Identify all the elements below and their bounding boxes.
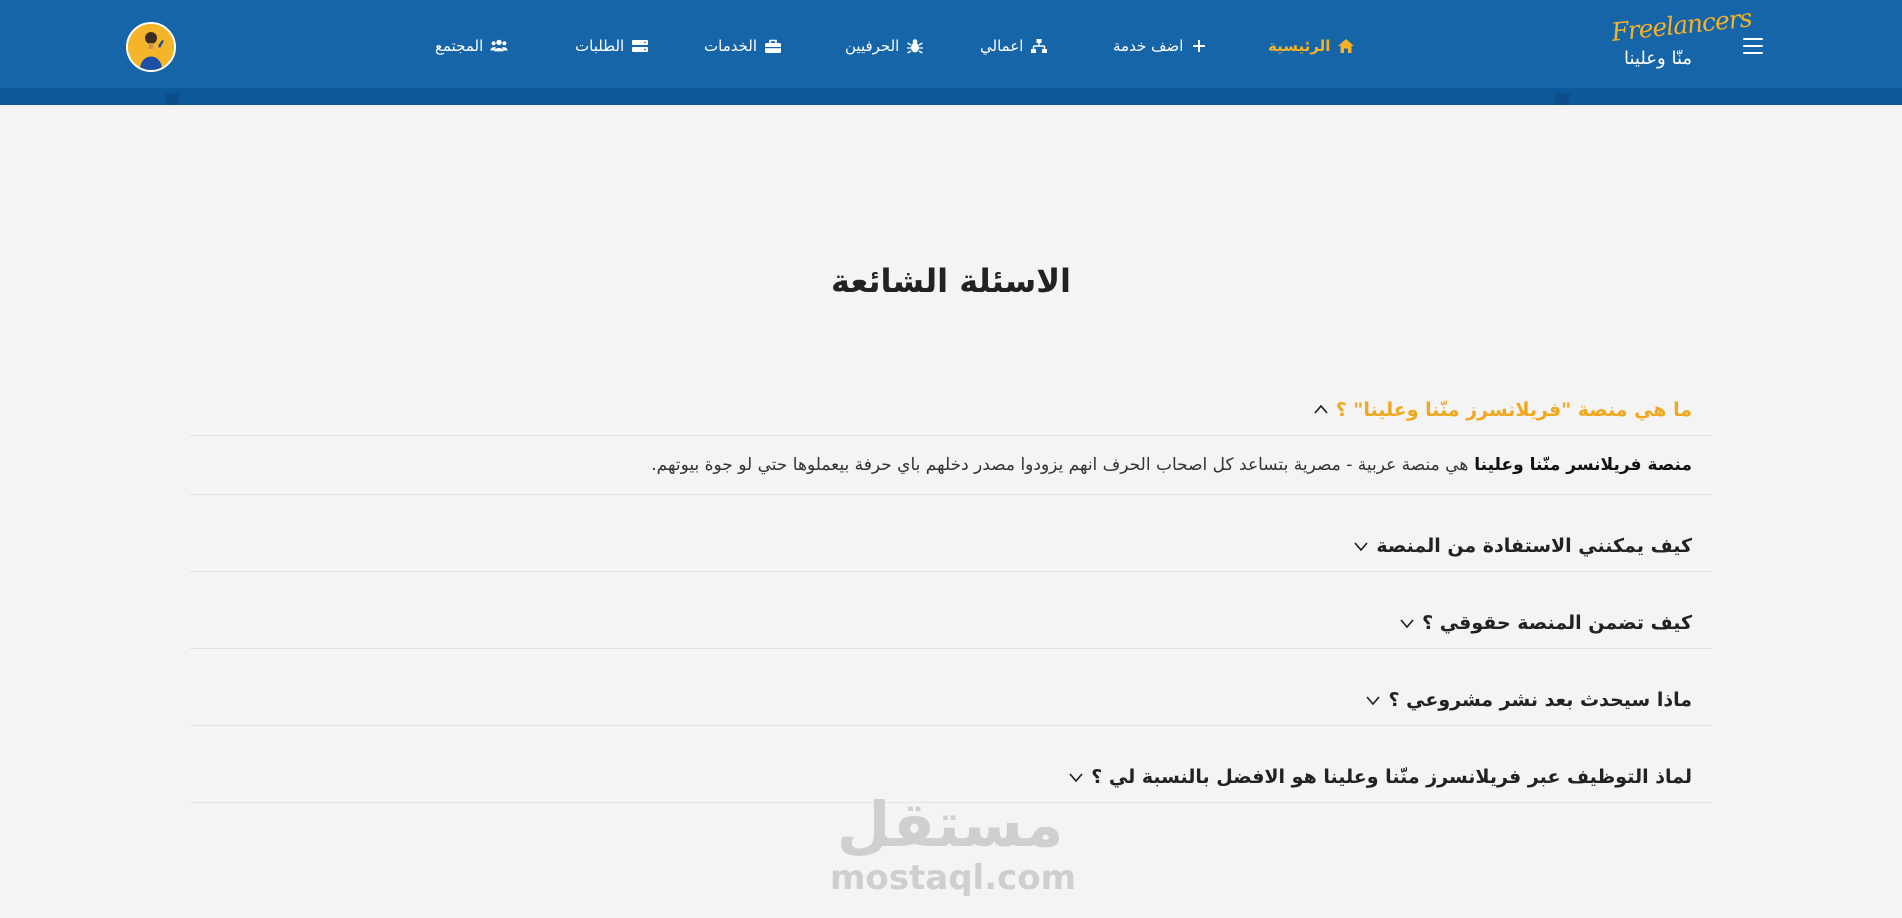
nav-item-label: الرئيسية [1268, 37, 1331, 55]
nav-item-community[interactable]: المجتمع [435, 34, 508, 58]
navbar-strip-notch-right [1553, 93, 1571, 105]
nav-item-services[interactable]: الخدمات [704, 34, 782, 58]
nav-item-orders[interactable]: الطلبات [575, 34, 649, 58]
faq-answer-1: منصة فريلانسر منّنا وعلينا هي منصة عربية… [190, 436, 1712, 495]
navbar-bottom-strip [0, 88, 1902, 105]
faq-divider [190, 725, 1712, 726]
hamburger-line [1743, 38, 1763, 40]
faq-accordion: ما هي منصة "فريلانسرز منّنا وعلينا" ؟ من… [190, 385, 1712, 829]
nav-item-home[interactable]: الرئيسية [1268, 34, 1355, 58]
server-icon [632, 40, 649, 52]
user-avatar[interactable] [126, 22, 176, 72]
faq-question-5[interactable]: لماذ التوظيف عبر فريلانسرز منّنا وعلينا … [190, 752, 1712, 802]
toolbox-icon [765, 39, 782, 53]
navbar-strip-notch-left [163, 93, 181, 105]
nav-item-craftsmen[interactable]: الحرفيين [845, 34, 924, 58]
chevron-up-icon [1314, 404, 1328, 414]
faq-question-3[interactable]: كيف تضمن المنصة حقوقي ؟ [190, 598, 1712, 648]
faq-question-1[interactable]: ما هي منصة "فريلانسرز منّنا وعلينا" ؟ [190, 385, 1712, 435]
nav-item-label: اضف خدمة [1113, 37, 1184, 55]
sitemap-icon [1031, 39, 1048, 53]
home-icon [1338, 39, 1355, 53]
person-avatar-icon [128, 24, 174, 70]
nav-item-label: الطلبات [575, 37, 625, 55]
faq-question-4[interactable]: ماذا سيحدث بعد نشر مشروعي ؟ [190, 675, 1712, 725]
faq-answer-text: هي منصة عربية - مصرية بتساعد كل اصحاب ال… [651, 455, 1469, 475]
chevron-down-icon [1354, 542, 1368, 552]
page-title: الاسئلة الشائعة [831, 262, 1071, 300]
logo-arabic-text: منّا وعلينا [1624, 48, 1693, 69]
faq-divider [190, 648, 1712, 649]
faq-divider [190, 802, 1712, 803]
users-icon [490, 39, 508, 52]
faq-question-text: كيف تضمن المنصة حقوقي ؟ [1422, 612, 1692, 634]
faq-question-text: ما هي منصة "فريلانسرز منّنا وعلينا" ؟ [1335, 399, 1692, 421]
chevron-down-icon [1366, 696, 1381, 706]
faq-divider [190, 571, 1712, 572]
menu-toggle-button[interactable] [1743, 38, 1763, 54]
faq-question-2[interactable]: كيف يمكنني الاستفادة من المنصة [190, 521, 1712, 571]
hamburger-line [1743, 45, 1763, 47]
nav-item-label: الخدمات [704, 37, 758, 55]
faq-question-text: لماذ التوظيف عبر فريلانسرز منّنا وعلينا … [1091, 766, 1692, 788]
bug-icon [907, 39, 924, 54]
watermark-latin: mostaql.com [830, 858, 1077, 898]
hamburger-line [1743, 52, 1763, 54]
nav-item-my-works[interactable]: اعمالي [980, 34, 1048, 58]
nav-item-label: المجتمع [435, 37, 484, 55]
faq-question-text: ماذا سيحدث بعد نشر مشروعي ؟ [1388, 689, 1692, 711]
chevron-down-icon [1069, 773, 1083, 783]
chevron-down-icon [1400, 619, 1414, 629]
nav-item-label: الحرفيين [845, 37, 900, 55]
plus-icon [1193, 40, 1206, 52]
nav-item-label: اعمالي [980, 37, 1024, 55]
nav-item-add-service[interactable]: اضف خدمة [1113, 34, 1208, 58]
faq-question-text: كيف يمكنني الاستفادة من المنصة [1376, 535, 1692, 557]
faq-answer-highlight: منصة فريلانسر منّنا وعلينا [1474, 455, 1692, 475]
site-logo[interactable]: Freelancers منّا وعلينا [1610, 3, 1753, 74]
